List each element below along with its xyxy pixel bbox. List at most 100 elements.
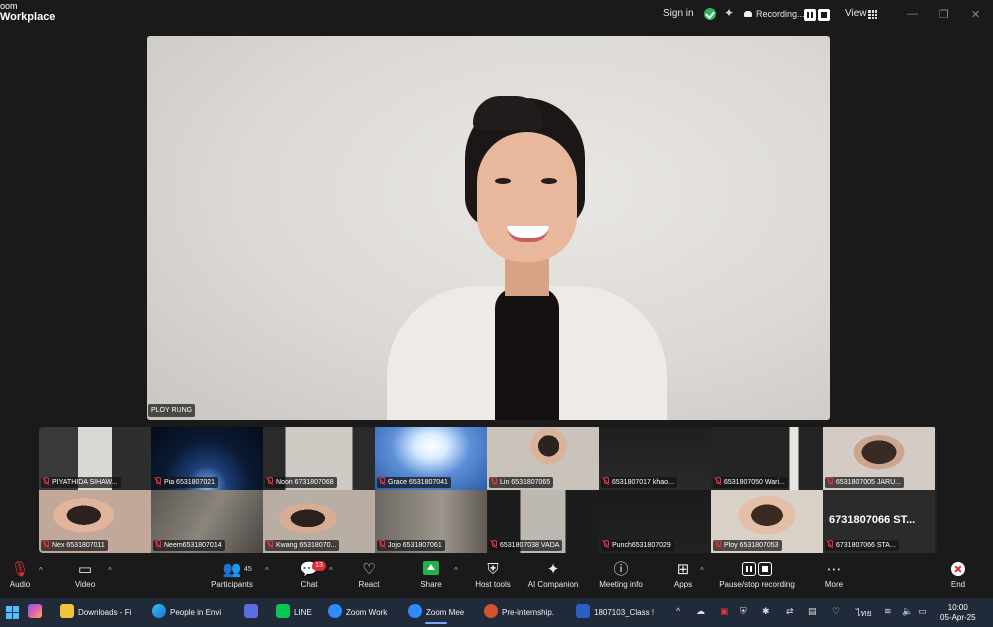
video-button[interactable]: ▭ Video [70, 560, 100, 589]
pause-icon [742, 562, 756, 576]
security-icon[interactable]: ⛨ [740, 606, 747, 617]
pause-stop-recording-label: Pause/stop recording [719, 580, 795, 589]
restore-button[interactable]: ❐ [939, 8, 949, 21]
acrobat-icon[interactable]: ▣ [720, 606, 729, 617]
audio-options-chevron-icon[interactable]: ^ [39, 566, 43, 575]
participant-tile[interactable]: PIYATHIDA SIHAW... [39, 427, 151, 490]
ai-sparkle-icon[interactable]: ✦ [724, 6, 734, 20]
audio-label: Audio [9, 580, 31, 589]
participant-name: Punch6531807029 [612, 542, 671, 549]
participant-tile[interactable]: Kwang 65318070... [263, 490, 375, 553]
taskbar-item-powerpoint[interactable]: Pre-internship. [484, 604, 554, 621]
input-language[interactable]: ไทย [856, 606, 872, 620]
onedrive-icon[interactable]: ☁ [696, 606, 705, 617]
close-button[interactable]: ✕ [971, 8, 980, 21]
taskbar-item-zoom-meeting[interactable]: Zoom Mee [408, 604, 464, 624]
app-icon [244, 604, 258, 618]
heart-tray-icon[interactable]: ♡ [832, 606, 840, 617]
react-button[interactable]: ♡ React [356, 560, 382, 589]
windows-taskbar: Downloads - Fi People in Envi LINE Zoom … [0, 598, 993, 627]
taskbar-item-app[interactable] [244, 604, 262, 621]
share-screen-icon [423, 561, 439, 575]
participant-tile[interactable]: 6531807005 JARU... [823, 427, 935, 490]
audio-button[interactable]: 🎙 Audio [6, 560, 34, 589]
host-tools-button[interactable]: ⛨ Host tools [472, 560, 514, 589]
bluetooth-icon[interactable]: ✱ [762, 606, 770, 617]
taskbar-item-edge[interactable]: People in Envi [152, 604, 221, 621]
ai-companion-button[interactable]: ✦ AI Companion [524, 560, 582, 589]
more-button[interactable]: ⋯ More [820, 560, 848, 589]
shield-icon: ⛨ [487, 561, 499, 578]
powerpoint-icon [484, 604, 498, 618]
participant-name: 6531807038 VADA [500, 542, 560, 549]
muted-mic-icon [491, 540, 497, 548]
muted-mic-icon [603, 540, 609, 548]
participant-tile[interactable]: Nex 6531807011 [39, 490, 151, 553]
windows-start-icon[interactable] [6, 606, 19, 619]
taskbar-item-line[interactable]: LINE [276, 604, 312, 621]
participant-tile[interactable]: 6531807038 VADA [487, 490, 599, 553]
apps-icon: ⊞ [676, 561, 690, 578]
participants-label: Participants [211, 580, 253, 589]
encryption-shield-icon[interactable] [704, 8, 716, 20]
react-label: React [358, 580, 380, 589]
taskbar-item-zoom-workplace[interactable]: Zoom Work [328, 604, 387, 621]
apps-options-chevron-icon[interactable]: ^ [700, 566, 704, 575]
muted-mic-icon [379, 540, 385, 548]
clock-date: 05-Apr-25 [940, 613, 976, 622]
participant-tile[interactable]: Ploy 6531807053 [711, 490, 823, 553]
participant-tile[interactable]: Lin 6531807065 [487, 427, 599, 490]
tray-overflow-chevron-icon[interactable]: ^ [676, 606, 680, 616]
grid-view-icon[interactable] [868, 10, 877, 19]
participant-tile[interactable]: 6531807017 khao... [599, 427, 711, 490]
active-speaker-video[interactable] [147, 36, 830, 420]
participant-tile[interactable]: Pia 6531807021 [151, 427, 263, 490]
taskbar-item-word[interactable]: 1807103_Class ! [576, 604, 654, 621]
stop-recording-icon[interactable] [818, 9, 830, 21]
host-tools-label: Host tools [475, 580, 511, 589]
participant-name: 6531807017 khao... [612, 479, 674, 486]
participant-tile[interactable]: 6531807050 Wari... [711, 427, 823, 490]
speaker-figure [377, 96, 677, 420]
pause-stop-recording-button[interactable]: Pause/stop recording [714, 560, 800, 589]
muted-mic-icon [267, 540, 273, 548]
clipboard-icon[interactable]: ▤ [808, 606, 817, 617]
share-options-chevron-icon[interactable]: ^ [454, 566, 458, 575]
participant-tile[interactable]: Noon 6731807068 [263, 427, 375, 490]
sign-in-button[interactable]: Sign in [663, 8, 694, 19]
participant-tile[interactable]: Jojo 6531807061 [375, 490, 487, 553]
participant-tile[interactable]: 6731807066 ST... 6731807066 STA... [823, 490, 935, 553]
battery-icon[interactable]: ▭ [918, 606, 927, 617]
apps-button[interactable]: ⊞ Apps [672, 560, 694, 589]
sync-icon[interactable]: ⇄ [786, 606, 794, 617]
minimize-button[interactable]: — [907, 8, 918, 20]
participant-tile[interactable]: Grace 6531807041 [375, 427, 487, 490]
recording-status: Recording... [756, 9, 805, 19]
participants-options-chevron-icon[interactable]: ^ [265, 566, 269, 575]
copilot-app[interactable] [28, 604, 46, 621]
participants-button[interactable]: 👥 Participants [206, 560, 258, 589]
apps-label: Apps [673, 580, 693, 589]
participant-tile[interactable]: Punch6531807029 [599, 490, 711, 553]
participant-gallery-strip: PIYATHIDA SIHAW... Pia 6531807021 Noon 6… [39, 427, 937, 553]
participant-tile[interactable]: Neem6531807014 [151, 490, 263, 553]
participant-name: Nex 6531807011 [52, 542, 105, 549]
wifi-icon[interactable]: ≋ [884, 606, 892, 617]
taskbar-item-downloads[interactable]: Downloads - Fi [60, 604, 131, 621]
end-meeting-button[interactable]: End [946, 560, 970, 589]
view-button[interactable]: View [845, 8, 867, 19]
speaker-icon[interactable]: 🔈 [902, 606, 913, 617]
participant-name: 6731807066 STA... [836, 542, 896, 549]
line-app-icon [276, 604, 290, 618]
muted-mic-icon [827, 540, 833, 548]
participant-name: Grace 6531807041 [388, 479, 448, 486]
chat-options-chevron-icon[interactable]: ^ [329, 566, 333, 575]
video-camera-icon: ▭ [77, 561, 93, 578]
share-button[interactable]: Share [418, 560, 444, 589]
muted-mic-icon [715, 477, 721, 485]
meeting-info-button[interactable]: ⓘ Meeting info [594, 560, 648, 589]
pause-recording-icon[interactable] [804, 9, 816, 21]
system-clock[interactable]: 10:00 05-Apr-25 [940, 603, 976, 623]
muted-mic-icon [603, 477, 609, 485]
video-options-chevron-icon[interactable]: ^ [108, 566, 112, 575]
